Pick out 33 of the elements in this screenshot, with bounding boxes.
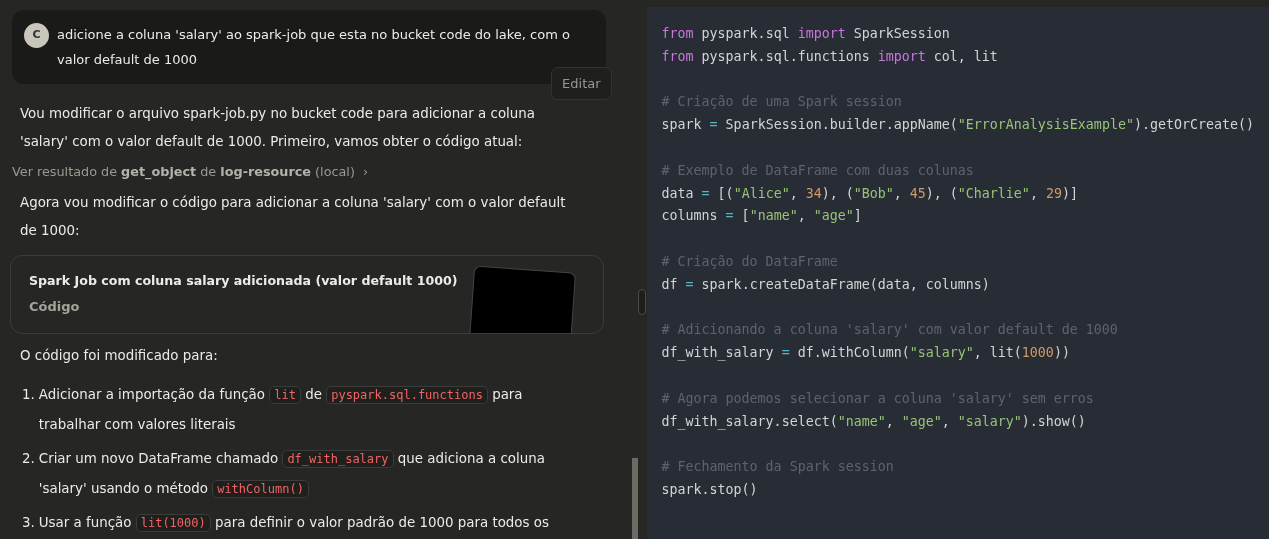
response-text: Agora vou modificar o código para adicionar a coluna 'salary' com o valor default de 1000: <box>20 194 567 241</box>
artifact-type: Código <box>29 298 81 317</box>
avatar: C <box>24 23 49 48</box>
code-line: # Fechamento da Spark session <box>661 458 895 477</box>
list-item-text: Criar um novo DataFrame chamado df_with_salary que adiciona a coluna 'salary' usando o método withColumn() <box>38 449 546 501</box>
response-text: Vou modificar o arquivo spark-job.py no bucket code para adicionar a coluna 'salary' com o valor default de 1000. Primeiro, vamos obter o código atual: <box>20 105 536 151</box>
list-number: 3. <box>22 514 35 533</box>
response-text: O código foi modificado para: <box>20 347 219 366</box>
chevron-icon: › <box>362 162 369 182</box>
list-number: 1. <box>22 386 35 405</box>
code-line: df = spark.createDataFrame(data, columns) <box>661 275 991 294</box>
message-text: adicione a coluna 'salary' ao spark-job que esta no bucket code do lake, com o valor default de 1000 <box>57 26 571 69</box>
list-item-text: Usar a função lit(1000) para definir o valor padrão de 1000 para todos os <box>38 513 549 535</box>
code-line: df_with_salary.select("name", "age", "salary").show() <box>661 412 1087 432</box>
code-line: from pyspark.sql import SparkSession <box>661 25 951 43</box>
code-line: data = [("Alice", 34), ("Bob", 45), ("Charlie", 29)] <box>661 184 1079 203</box>
code-line: # Criação de uma Spark session <box>661 93 903 112</box>
resize-handle[interactable] <box>637 289 646 315</box>
code-line: spark = SparkSession.builder.appName("ErrorAnalysisExample").getOrCreate() <box>661 116 1254 135</box>
code-line: columns = ["name", "age"] <box>661 207 863 226</box>
code-line: # Exemplo de DataFrame com duas colunas <box>661 161 975 180</box>
artifact-card[interactable]: Spark Job com coluna salary adicionada (valor default 1000) Código <box>10 255 604 335</box>
code-line: # Adicionando a coluna 'salary' com valor default de 1000 <box>661 321 1119 340</box>
code-line: # Criação do DataFrame <box>661 252 839 271</box>
code-line: spark.stop() <box>661 480 759 499</box>
scrollbar[interactable] <box>631 458 638 539</box>
list-number: 2. <box>22 450 35 469</box>
code-line: from pyspark.sql.functions import col, lit <box>661 47 999 66</box>
edit-button[interactable]: Editar <box>551 66 612 100</box>
code-line: # Agora podemos selecionar a coluna 'salary' sem erros <box>661 389 1095 408</box>
artifact-title: Spark Job com coluna salary adicionada (valor default 1000) <box>29 272 459 291</box>
code-line: df_with_salary = df.withColumn("salary", lit(1000)) <box>661 344 1071 363</box>
tool-result-link[interactable]: Ver resultado de get_object de log-resource (local) › <box>12 162 369 182</box>
